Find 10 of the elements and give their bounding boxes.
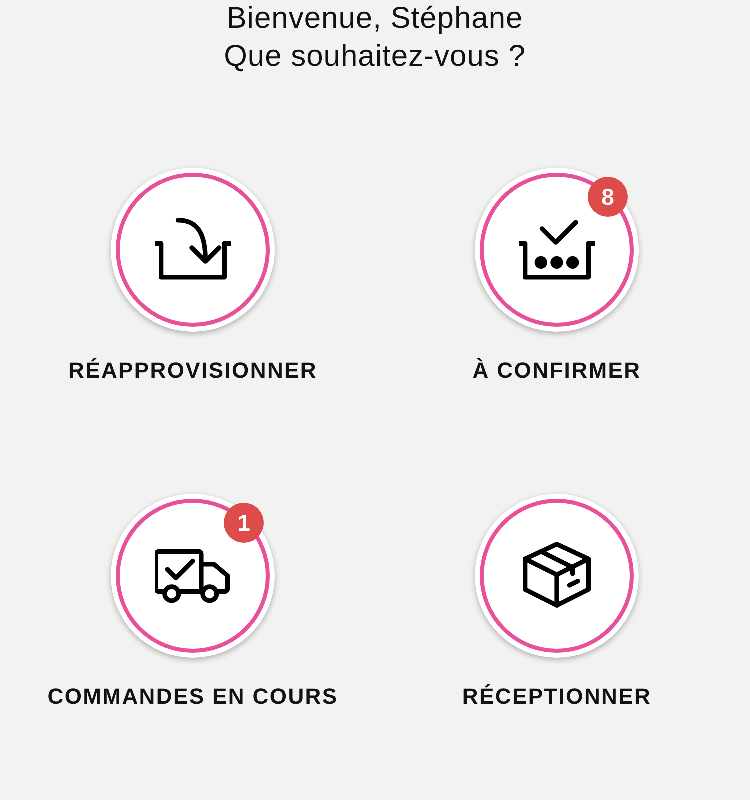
greeting-text: Que souhaitez-vous ?	[224, 39, 526, 75]
count-badge: 1	[224, 503, 264, 543]
action-label: RÉAPPROVISIONNER	[68, 357, 318, 385]
count-badge: 8	[588, 177, 628, 217]
action-label: COMMANDES EN COURS	[48, 683, 338, 711]
action-button[interactable]: 8	[475, 168, 639, 332]
greeting-text: Bienvenue, Stéphane	[226, 1, 524, 37]
action-label: RÉCEPTIONNER	[462, 683, 652, 711]
action-label: À CONFIRMER	[472, 357, 642, 385]
action-button[interactable]: 1	[111, 494, 275, 658]
